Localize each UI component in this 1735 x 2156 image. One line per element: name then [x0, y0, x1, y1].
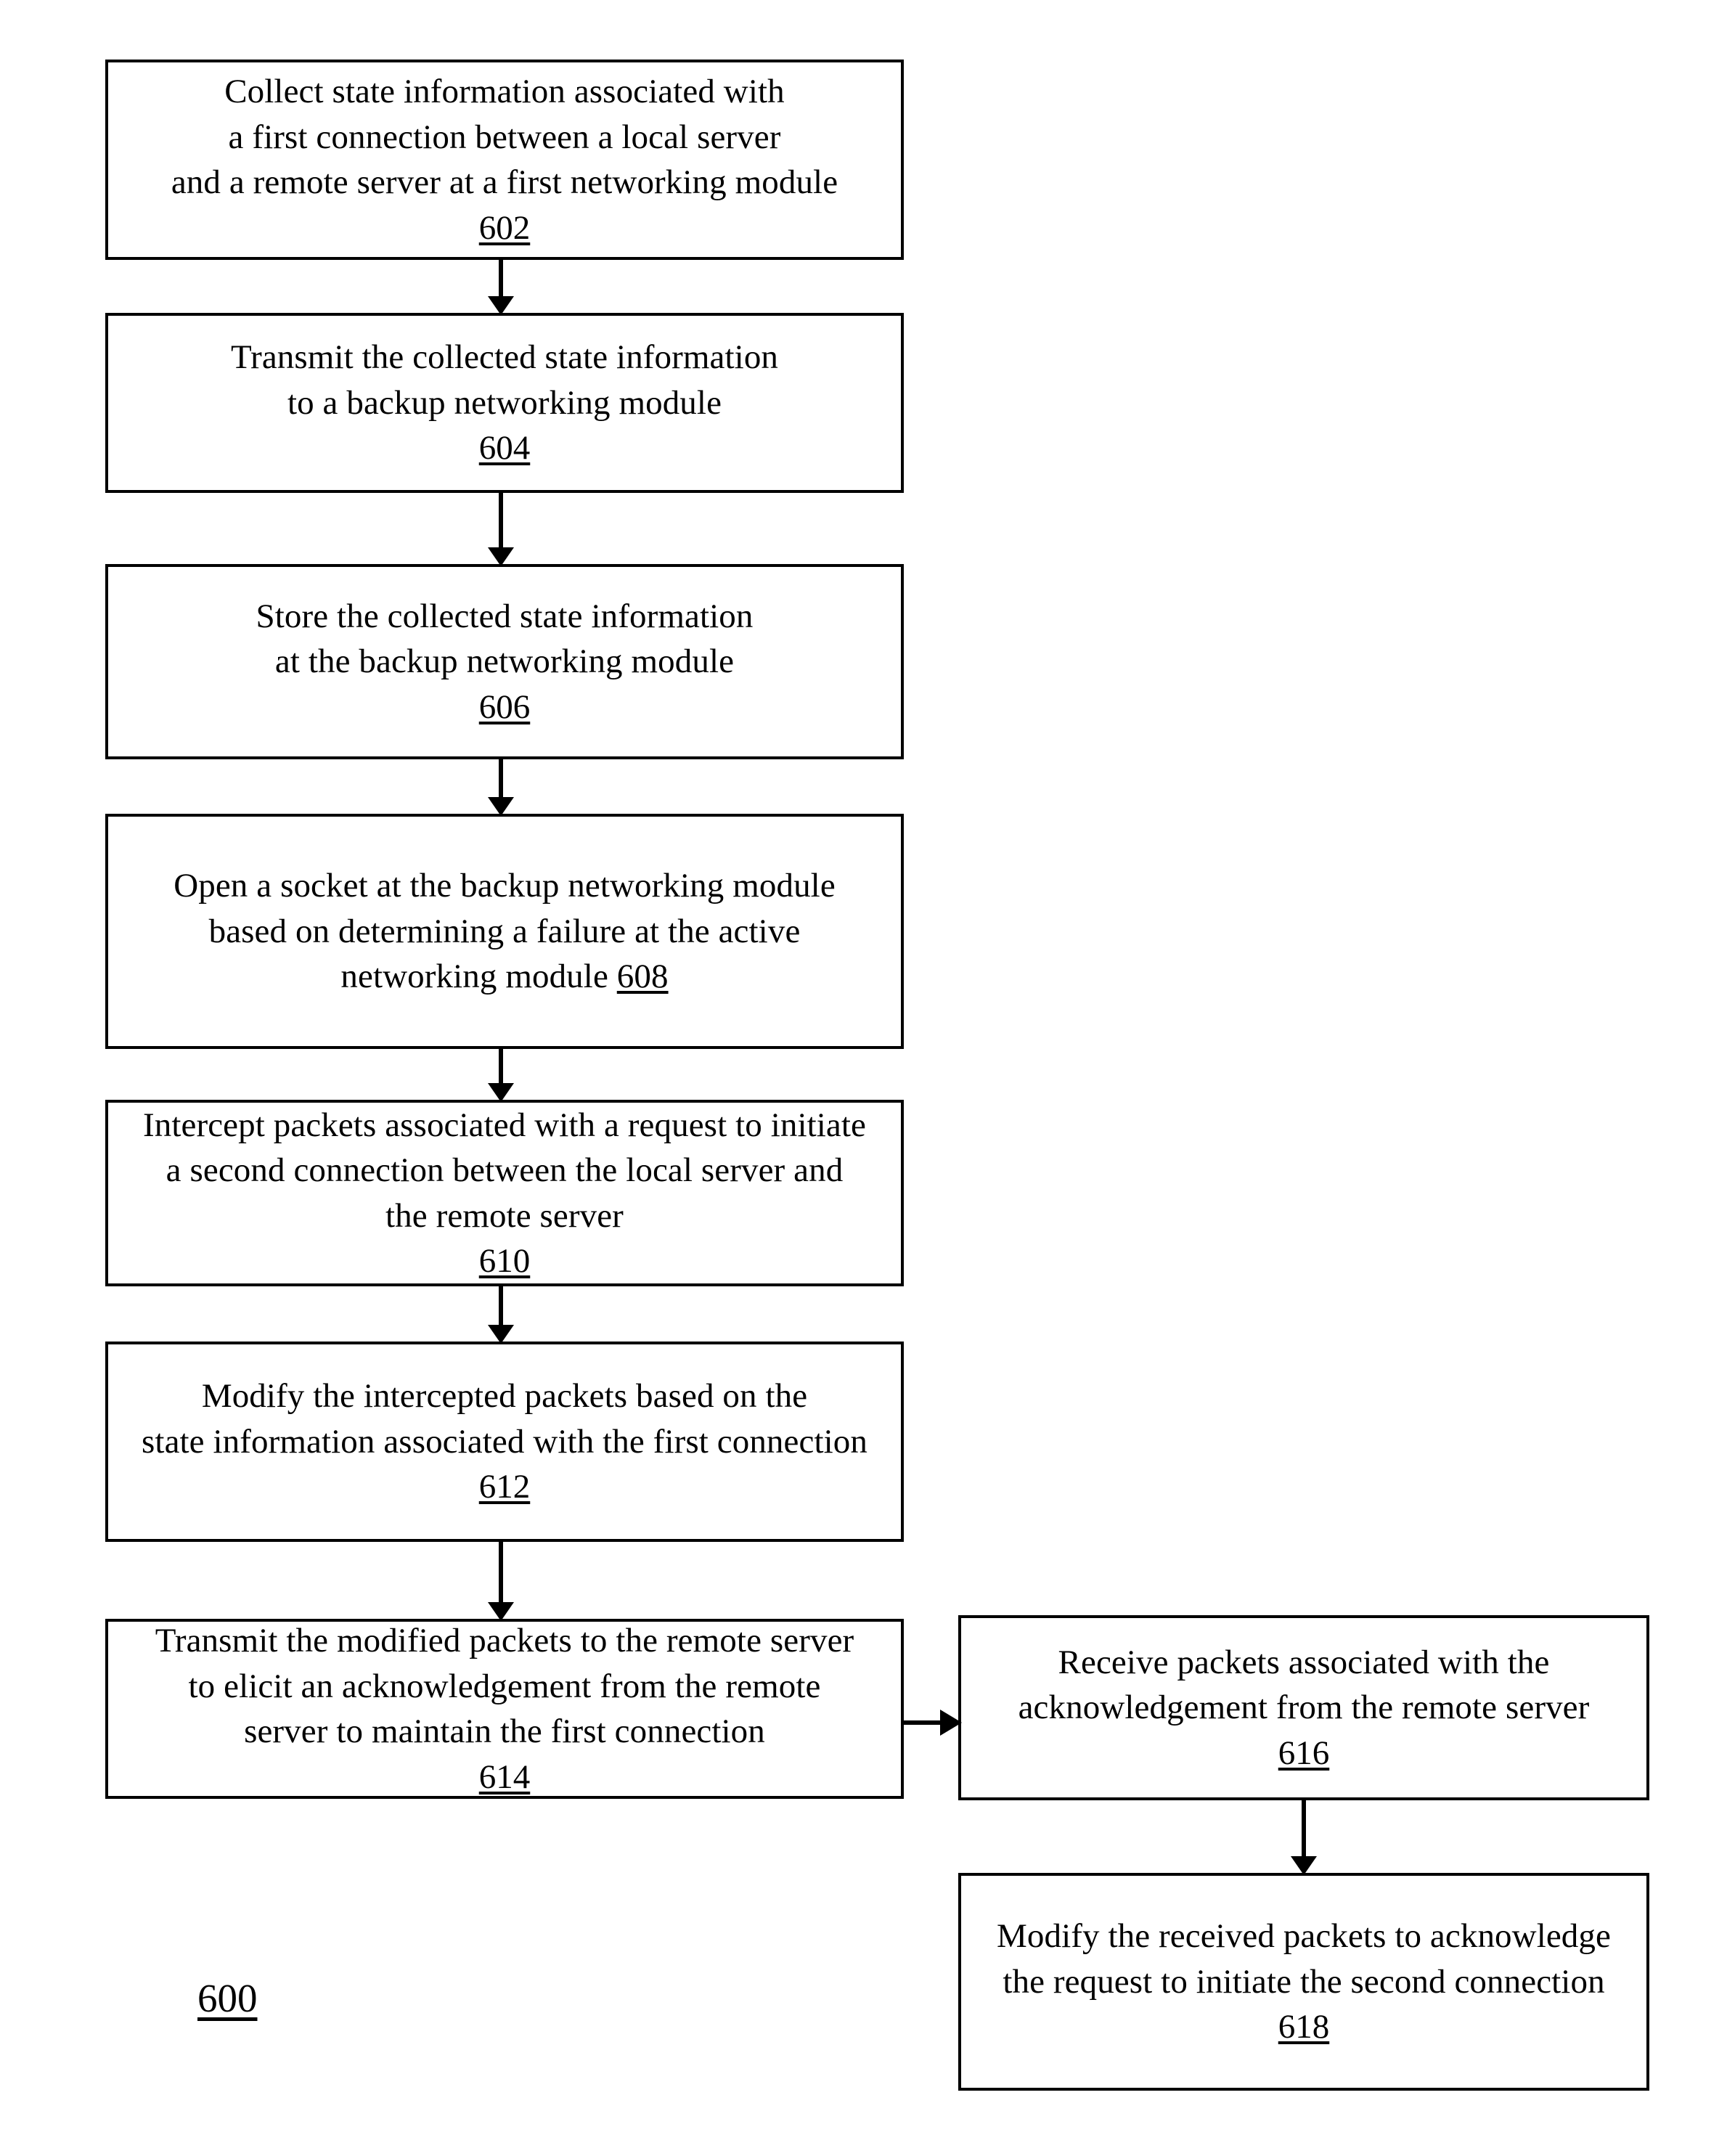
connector-602-to-604: [479, 258, 523, 315]
connector-604-to-606: [479, 491, 523, 566]
node-602-ref: 602: [478, 208, 531, 247]
process-node-604: Transmit the collected state information…: [105, 313, 904, 493]
node-618-text: Modify the received packets to acknowled…: [997, 1917, 1611, 2001]
node-606-text: Store the collected state information at…: [256, 597, 754, 681]
figure-canvas: Collect state information associated wit…: [0, 0, 1735, 2156]
node-612-ref: 612: [478, 1468, 531, 1506]
node-604-ref: 604: [478, 429, 531, 467]
node-618-ref: 618: [1278, 2008, 1330, 2046]
connector-616-to-618: [1282, 1799, 1326, 1875]
node-606-ref: 606: [478, 687, 531, 726]
node-602-text: Collect state information associated wit…: [171, 73, 838, 201]
process-node-614: Transmit the modified packets to the rem…: [105, 1619, 904, 1799]
connector-608-to-610: [479, 1048, 523, 1102]
process-node-602: Collect state information associated wit…: [105, 60, 904, 260]
node-614-ref: 614: [478, 1757, 531, 1796]
node-610-ref: 610: [478, 1242, 531, 1280]
node-616-ref: 616: [1278, 1734, 1330, 1772]
process-node-608: Open a socket at the backup networking m…: [105, 814, 904, 1049]
node-612-text: Modify the intercepted packets based on …: [142, 1377, 868, 1461]
node-608-ref: 608: [616, 957, 669, 996]
connector-610-to-612: [479, 1285, 523, 1344]
figure-number-label: 600: [197, 1976, 258, 2020]
process-node-606: Store the collected state information at…: [105, 564, 904, 759]
node-608-text: Open a socket at the backup networking m…: [174, 867, 836, 996]
node-614-text: Transmit the modified packets to the rem…: [155, 1622, 854, 1750]
connector-612-to-614: [479, 1540, 523, 1621]
process-node-610: Intercept packets associated with a requ…: [105, 1100, 904, 1286]
node-616-text: Receive packets associated with the ackn…: [1018, 1643, 1590, 1727]
process-node-612: Modify the intercepted packets based on …: [105, 1342, 904, 1542]
process-node-616: Receive packets associated with the ackn…: [958, 1615, 1649, 1800]
connector-614-to-616: [902, 1702, 962, 1743]
process-node-618: Modify the received packets to acknowled…: [958, 1873, 1649, 2091]
connector-606-to-608: [479, 758, 523, 816]
node-610-text: Intercept packets associated with a requ…: [142, 1106, 867, 1235]
node-604-text: Transmit the collected state information…: [230, 338, 779, 422]
